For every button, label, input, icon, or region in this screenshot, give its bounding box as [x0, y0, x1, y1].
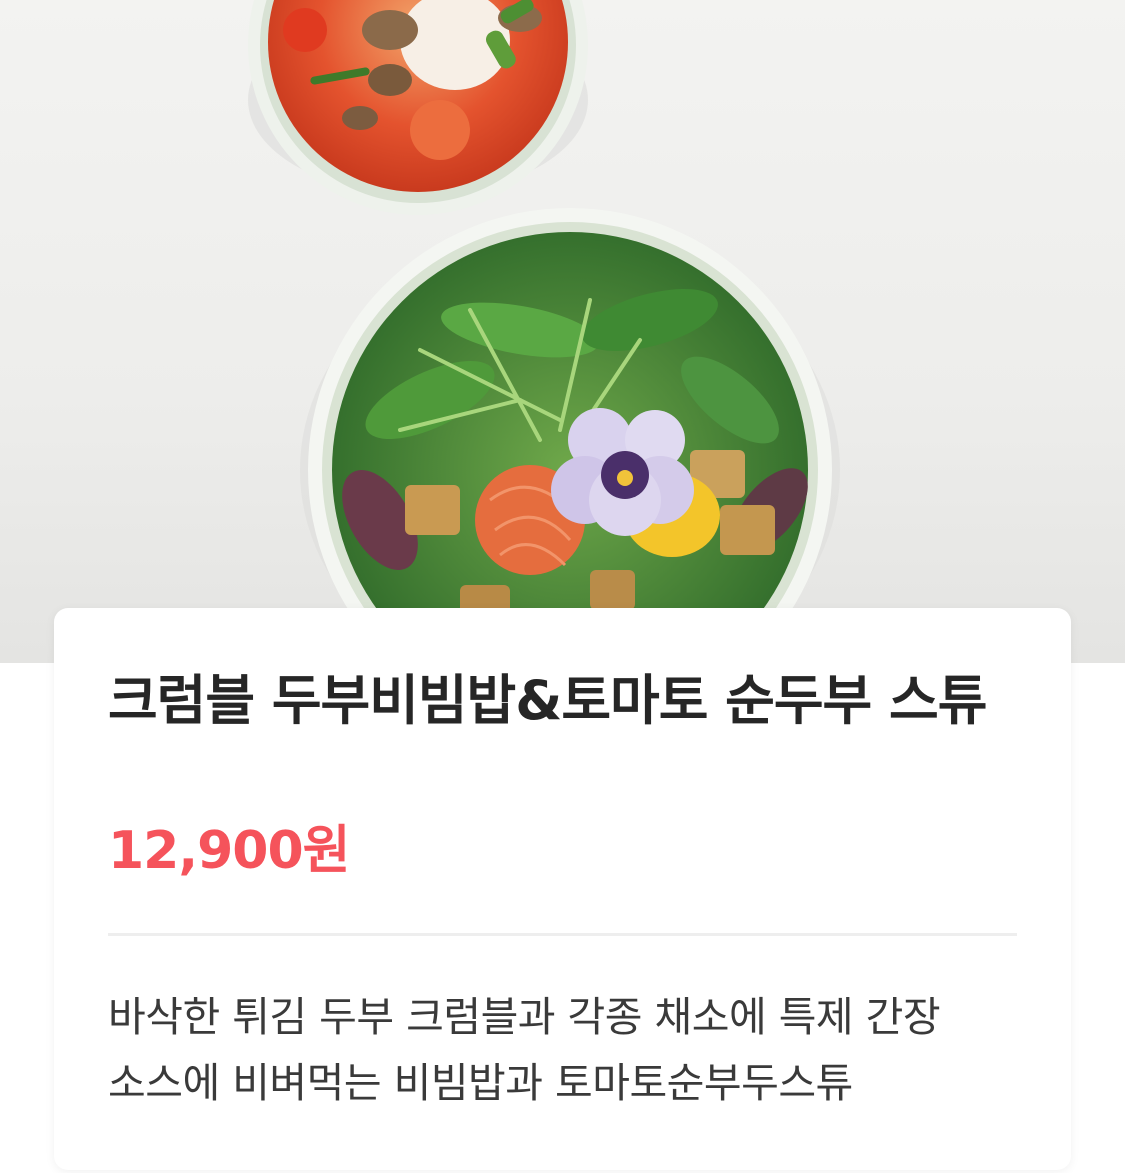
divider	[108, 933, 1017, 936]
product-description: 바삭한 튀김 두부 크럼블과 각종 채소에 특제 간장 소스에 비벼먹는 비빔밥…	[108, 984, 1028, 1116]
product-hero-image	[0, 0, 1125, 663]
product-description-line: 소스에 비벼먹는 비빔밥과 토마토순부두스튜	[108, 1059, 853, 1107]
product-info-card: 크럼블 두부비빔밥&토마토 순두부 스튜 12,900원 바삭한 튀김 두부 크…	[54, 608, 1071, 1170]
product-description-line: 바삭한 튀김 두부 크럼블과 각종 채소에 특제 간장	[108, 993, 941, 1041]
soup-bowl	[248, 0, 588, 215]
pansy-flower	[551, 408, 694, 536]
bibimbap-bowl	[308, 208, 832, 663]
product-price: 12,900원	[108, 821, 351, 881]
food-photo	[248, 0, 840, 663]
product-title: 크럼블 두부비빔밥&토마토 순두부 스튜	[108, 669, 987, 732]
